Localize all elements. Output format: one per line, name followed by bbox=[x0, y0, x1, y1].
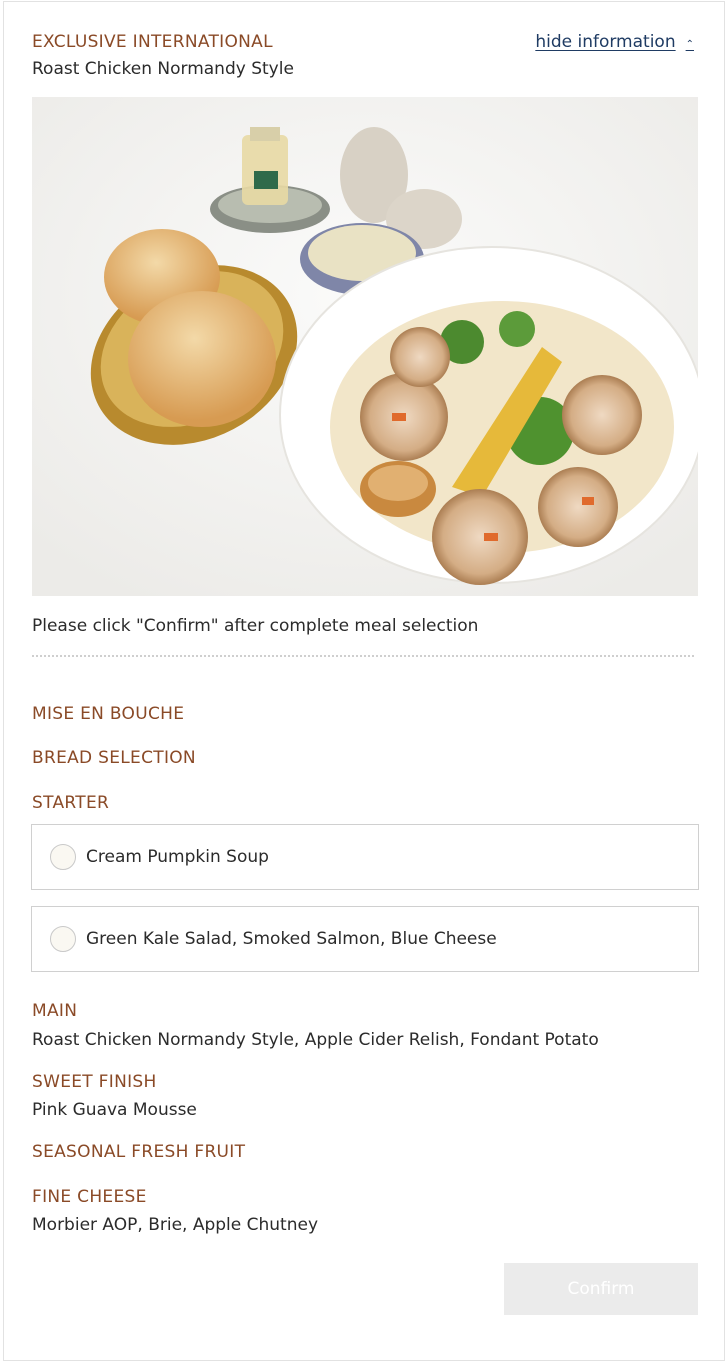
section-main: MAIN bbox=[32, 1001, 78, 1021]
starter-option[interactable]: Cream Pumpkin Soup bbox=[31, 824, 699, 890]
radio-button[interactable] bbox=[50, 844, 76, 870]
section-mise-en-bouche: MISE EN BOUCHE bbox=[32, 704, 185, 724]
main-description: Roast Chicken Normandy Style, Apple Cide… bbox=[32, 1030, 599, 1050]
meal-photo bbox=[32, 97, 698, 596]
meal-title: Roast Chicken Normandy Style bbox=[32, 59, 294, 79]
radio-button[interactable] bbox=[50, 926, 76, 952]
hide-information-link[interactable]: hide information ⌃ bbox=[535, 32, 694, 52]
section-bread-selection: BREAD SELECTION bbox=[32, 748, 196, 768]
section-seasonal-fruit: SEASONAL FRESH FRUIT bbox=[32, 1142, 246, 1162]
hide-information-label: hide information bbox=[535, 32, 676, 52]
meal-photo-illustration bbox=[32, 97, 698, 596]
cheese-description: Morbier AOP, Brie, Apple Chutney bbox=[32, 1215, 319, 1235]
sweet-description: Pink Guava Mousse bbox=[32, 1100, 197, 1120]
confirm-instruction: Please click "Confirm" after complete me… bbox=[32, 616, 479, 636]
confirm-button[interactable]: Confirm bbox=[504, 1263, 698, 1315]
meal-card: EXCLUSIVE INTERNATIONAL Roast Chicken No… bbox=[3, 1, 725, 1361]
divider bbox=[32, 655, 694, 657]
section-starter: STARTER bbox=[32, 793, 110, 813]
section-sweet-finish: SWEET FINISH bbox=[32, 1072, 157, 1092]
section-fine-cheese: FINE CHEESE bbox=[32, 1187, 147, 1207]
chevron-up-icon: ⌃ bbox=[685, 38, 694, 50]
starter-option[interactable]: Green Kale Salad, Smoked Salmon, Blue Ch… bbox=[31, 906, 699, 972]
meal-header: EXCLUSIVE INTERNATIONAL Roast Chicken No… bbox=[32, 32, 698, 82]
starter-option-label: Green Kale Salad, Smoked Salmon, Blue Ch… bbox=[86, 929, 497, 949]
starter-option-label: Cream Pumpkin Soup bbox=[86, 847, 269, 867]
